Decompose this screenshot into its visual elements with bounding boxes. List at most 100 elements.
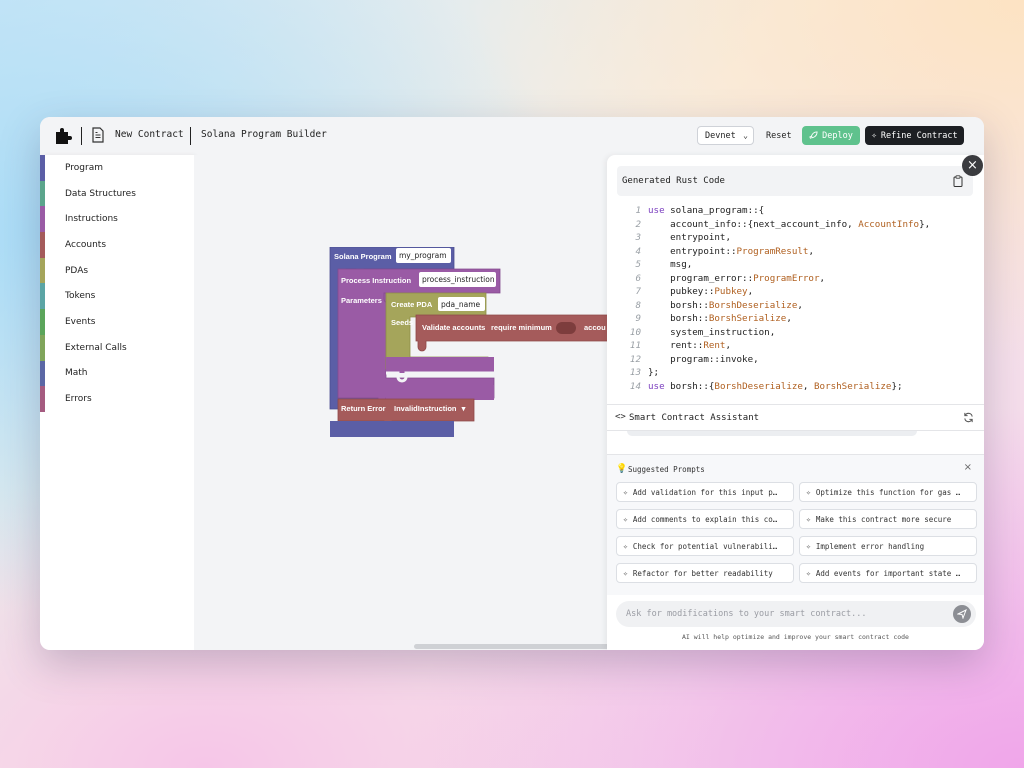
process-instruction-field[interactable]: process_instruction — [419, 272, 496, 287]
code-token: entrypoint, — [648, 232, 731, 243]
suggested-prompt-chip[interactable]: ✧ Add comments to explain this co… — [616, 509, 794, 529]
code-line: 7 pubkey:: Pubkey, — [617, 286, 973, 300]
line-number: 7 — [635, 286, 641, 297]
slot-shape — [386, 357, 494, 373]
sparkle-icon: ✧ — [623, 568, 628, 578]
category-errors[interactable]: Errors — [40, 386, 194, 412]
code-token: , — [797, 299, 803, 311]
process-instruction-label[interactable]: Process Instruction — [341, 276, 411, 285]
chevron-down-icon: ⌄ — [743, 131, 748, 140]
category-math[interactable]: Math — [40, 360, 194, 387]
code-token: pubkey:: — [648, 286, 715, 297]
suggested-prompt-chip[interactable]: ✧ Add validation for this input p… — [616, 482, 794, 502]
refresh-icon[interactable] — [963, 412, 974, 423]
prompt-text: Implement error handling — [815, 541, 925, 551]
sparkle-icon: ✧ — [806, 514, 811, 524]
validate-input-socket — [556, 322, 576, 334]
category-accounts[interactable]: Accounts — [40, 232, 194, 258]
suggested-prompt-chip[interactable]: ✧ Optimize this function for gas … — [799, 482, 977, 502]
code-token: AccountInfo — [858, 218, 920, 230]
assistant-title: Smart Contract Assistant — [629, 413, 760, 423]
code-token: , — [808, 245, 814, 257]
clipboard-icon[interactable] — [953, 175, 963, 187]
code-token: BorshDeserialize — [708, 299, 798, 311]
deploy-button[interactable]: Deploy — [802, 126, 860, 145]
category-color-bar — [40, 360, 45, 387]
close-panel-icon[interactable]: × — [962, 155, 983, 176]
file-name[interactable]: New Contract — [115, 129, 184, 140]
send-icon — [957, 609, 967, 619]
prompt-text: Add events for important state … — [815, 568, 961, 578]
category-program[interactable]: Program — [40, 155, 194, 181]
code-header: Generated Rust Code — [617, 166, 973, 196]
category-external-calls[interactable]: External Calls — [40, 334, 194, 361]
code-line: 3 entrypoint, — [617, 232, 973, 246]
suggested-prompts: 💡 Suggested Prompts × ✧ Add validation fo… — [607, 455, 984, 595]
chat-message-bubble — [627, 431, 917, 436]
sparkle-icon: ✧ — [623, 514, 628, 524]
return-error-label[interactable]: Return Error — [341, 404, 386, 413]
document-icon — [92, 127, 104, 143]
error-value: InvalidInstruction — [394, 404, 457, 413]
category-events[interactable]: Events — [40, 309, 194, 335]
rust-code-block[interactable]: 1 use solana_program::{2 account_info::{n… — [617, 205, 973, 394]
code-token: , — [725, 340, 732, 351]
workspace-horizontal-scrollbar[interactable] — [414, 644, 610, 649]
network-select[interactable]: Devnet ⌄ — [697, 126, 754, 145]
caret-down-icon: ▾ — [461, 404, 466, 413]
header-divider — [81, 127, 82, 145]
sparkle-icon: ✧ — [806, 487, 811, 497]
chat-messages[interactable] — [607, 431, 984, 455]
code-token: rent:: — [648, 340, 704, 351]
code-token: BorshSerialize — [814, 380, 892, 392]
create-pda-label[interactable]: Create PDA — [391, 300, 432, 309]
close-suggestions-icon[interactable]: × — [964, 462, 972, 473]
code-line: 12 program::invoke, — [617, 354, 973, 368]
code-token: ProgramResult — [736, 245, 809, 257]
category-pdas[interactable]: PDAs — [40, 257, 194, 284]
refine-label: Refine Contract — [880, 130, 958, 141]
line-number: 9 — [635, 313, 641, 324]
code-token: , — [819, 272, 826, 284]
category-color-bar — [40, 309, 45, 335]
code-title: Generated Rust Code — [622, 176, 725, 186]
suggested-prompt-chip[interactable]: ✧ Make this contract more secure — [799, 509, 977, 529]
line-number: 5 — [635, 259, 641, 270]
reset-label: Reset — [766, 130, 792, 141]
category-tokens[interactable]: Tokens — [40, 283, 194, 310]
code-token: ProgramError — [753, 272, 820, 284]
suggested-prompt-chip[interactable]: ✧ Refactor for better readability — [616, 563, 794, 583]
suggested-prompt-chip[interactable]: ✧ Implement error handling — [799, 536, 977, 556]
line-number: 1 — [635, 205, 641, 216]
validate-accounts-label[interactable]: Validate accounts — [422, 323, 485, 332]
sparkle-icon: ✧ — [806, 568, 811, 578]
sparkle-icon: ✧ — [806, 541, 811, 551]
prompt-text: Refactor for better readability — [632, 568, 773, 578]
code-token: BorshSerialize — [708, 313, 787, 324]
category-color-bar — [40, 232, 45, 258]
app-window: New Contract Solana Program Builder Devn… — [40, 117, 984, 650]
suggested-prompt-chip[interactable]: ✧ Add events for important state … — [799, 563, 977, 583]
reset-button[interactable]: Reset — [760, 126, 798, 145]
validate-tail-label: accou — [584, 323, 606, 332]
line-number: 11 — [629, 340, 641, 351]
category-data-structures[interactable]: Data Structures — [40, 180, 194, 207]
suggested-prompt-chip[interactable]: ✧ Check for potential vulnerabili… — [616, 536, 794, 556]
top-bar: New Contract Solana Program Builder Devn… — [40, 117, 984, 155]
code-token: program_error:: — [648, 272, 754, 284]
category-color-bar — [40, 386, 45, 412]
send-button[interactable] — [953, 605, 971, 623]
code-token: use — [648, 380, 665, 392]
category-instructions[interactable]: Instructions — [40, 206, 194, 233]
parameters-label: Parameters — [341, 296, 382, 305]
program-block-label[interactable]: Solana Program — [334, 252, 392, 261]
error-value-dropdown[interactable]: InvalidInstruction ▾ — [394, 404, 465, 413]
pda-name-field[interactable]: pda_name — [438, 297, 485, 311]
refine-contract-button[interactable]: ✧ Refine Contract — [865, 126, 964, 145]
chat-input[interactable] — [626, 606, 936, 622]
deploy-label: Deploy — [822, 130, 853, 141]
program-name-field[interactable]: my_program — [396, 248, 451, 263]
code-token: }; — [648, 367, 660, 378]
seeds-label: Seeds — [391, 318, 414, 327]
code-line: 8 borsh:: BorshDeserialize, — [617, 300, 973, 314]
